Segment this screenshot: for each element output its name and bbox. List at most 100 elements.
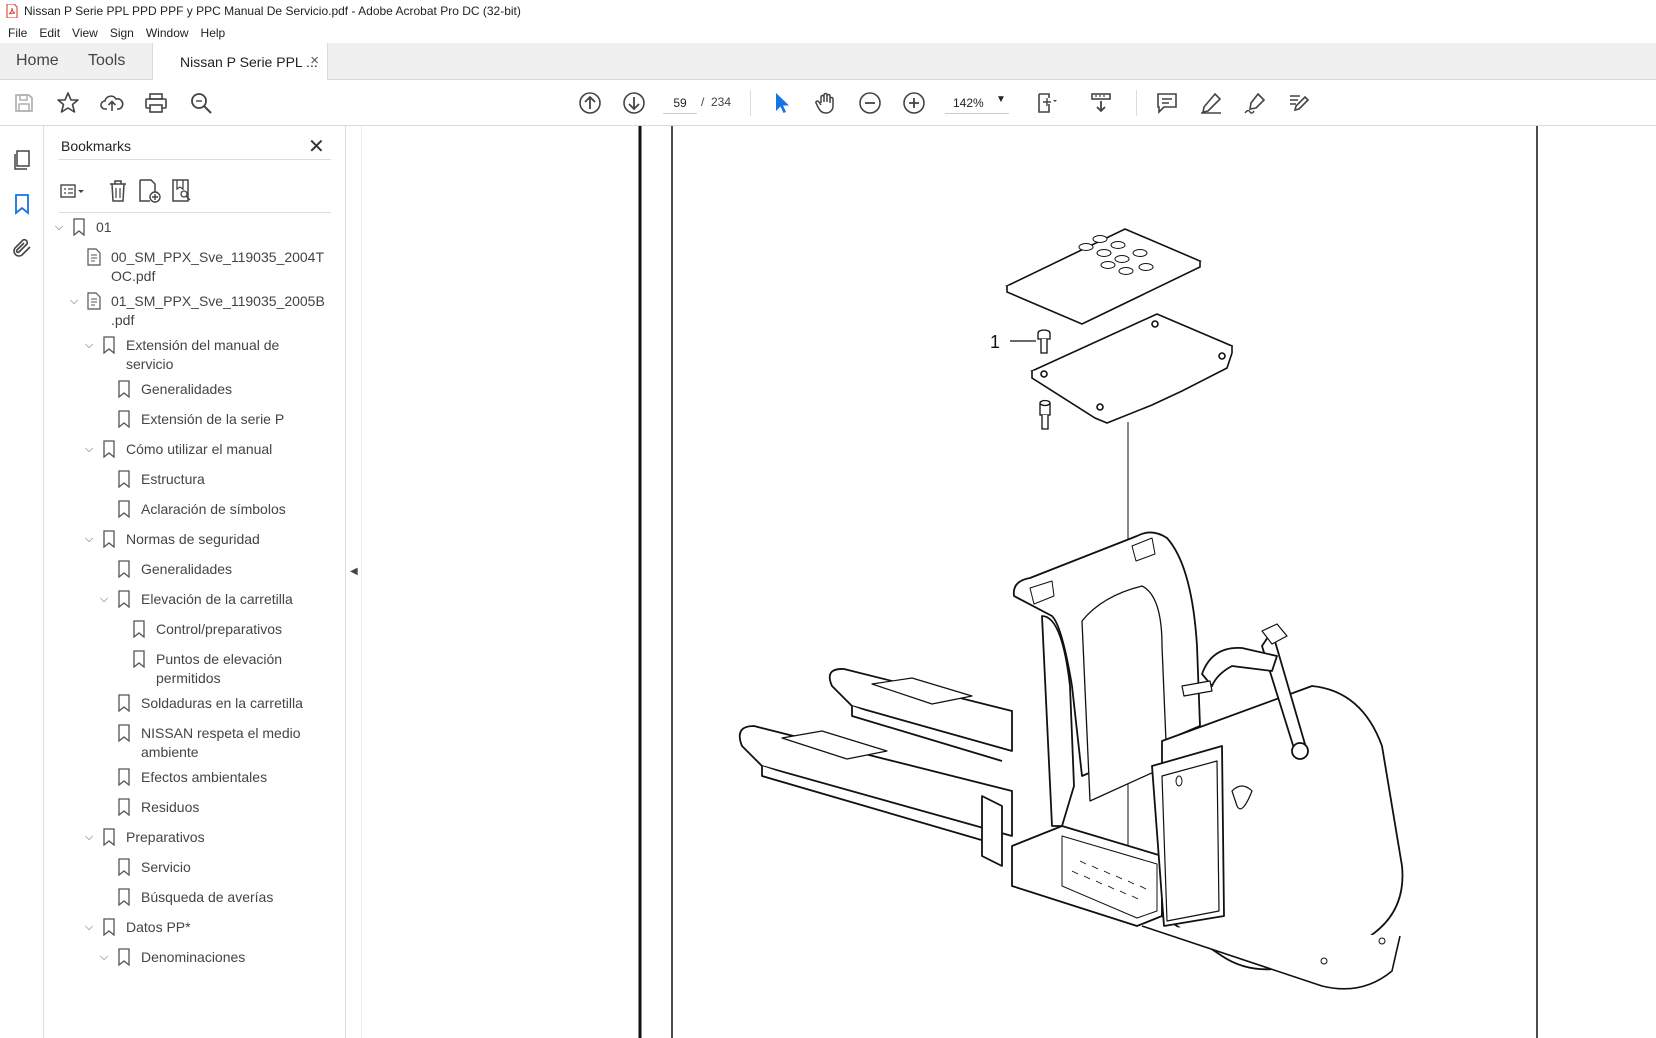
zoom-search-icon[interactable] <box>188 90 214 116</box>
bookmark-item[interactable]: ⌵ Extensión del manual de servicio <box>82 336 279 374</box>
total-pages: 234 <box>711 95 732 109</box>
tab-tools[interactable]: Tools <box>88 52 125 70</box>
highlight-icon[interactable] <box>1198 90 1224 116</box>
tab-bar: Home Tools Nissan P Serie PPL ... × <box>0 43 1656 80</box>
bookmark-label: Denominaciones <box>141 949 246 965</box>
bookmark-icon <box>118 948 130 966</box>
page-fit-icon[interactable] <box>1033 90 1059 116</box>
sign-icon[interactable] <box>1242 90 1268 116</box>
delete-icon[interactable] <box>105 178 131 204</box>
bookmark-item[interactable]: ⌵ Normas de seguridad <box>82 530 260 549</box>
scroll-mode-icon[interactable] <box>1088 90 1114 116</box>
chevron-down-icon[interactable]: ⌵ <box>82 918 96 937</box>
bookmark-item[interactable]: Efectos ambientales <box>97 768 267 787</box>
bookmark-icon <box>118 560 130 578</box>
bookmark-item[interactable]: Puntos de elevación permitidos <box>112 650 282 688</box>
star-icon[interactable] <box>55 90 81 116</box>
chevron-down-icon[interactable]: ⌵ <box>97 590 111 609</box>
menu-sign[interactable]: Sign <box>110 26 134 40</box>
next-page-icon[interactable] <box>621 90 647 116</box>
main-toolbar: 59 / 234 142% ▼ <box>0 80 1656 126</box>
current-page-input[interactable]: 59 <box>663 92 697 114</box>
bookmark-item[interactable]: Servicio <box>97 858 191 877</box>
toolbar-divider <box>750 90 751 116</box>
menu-view[interactable]: View <box>72 26 98 40</box>
base-plate-drawing <box>1030 313 1233 424</box>
menu-file[interactable]: File <box>8 26 27 40</box>
chevron-down-icon[interactable]: ⌵ <box>67 292 81 311</box>
bookmark-icon <box>118 500 130 518</box>
chevron-down-icon[interactable]: ⌵ <box>52 218 66 237</box>
bookmark-item[interactable]: Generalidades <box>97 560 232 579</box>
bookmark-item[interactable]: ⌵ Cómo utilizar el manual <box>82 440 272 459</box>
bookmark-options-icon[interactable] <box>59 178 85 204</box>
tab-close-icon[interactable]: × <box>310 52 319 69</box>
acrobat-logo-icon <box>6 4 18 18</box>
bookmark-icon <box>118 858 130 876</box>
bookmark-icon <box>118 590 130 608</box>
bookmark-label: Búsqueda de averías <box>141 889 274 905</box>
bookmark-icon <box>118 380 130 398</box>
menu-edit[interactable]: Edit <box>39 26 60 40</box>
hand-icon[interactable] <box>813 90 839 116</box>
pdf-page-drawing: 1 <box>638 126 1538 1038</box>
edit-icon[interactable] <box>1286 90 1312 116</box>
save-icon[interactable] <box>11 90 37 116</box>
callout-number: 1 <box>990 332 1000 352</box>
bookmark-item[interactable]: Soldaduras en la carretilla <box>97 694 303 713</box>
upload-icon[interactable] <box>99 90 125 116</box>
bookmark-item[interactable]: Generalidades <box>97 380 232 399</box>
bookmark-tree: ⌵ 01 00_SM_PPX_Sve_119035_2004T OC.pdf ⌵ 01_… <box>44 218 326 1038</box>
panel-title: Bookmarks <box>61 138 132 154</box>
new-bookmark-icon[interactable] <box>136 178 162 204</box>
chevron-down-icon[interactable]: ▼ <box>996 94 1006 105</box>
attachment-icon[interactable] <box>10 236 34 260</box>
bookmark-file-item[interactable]: 00_SM_PPX_Sve_119035_2004T OC.pdf <box>67 248 324 286</box>
page-thumbnails-icon[interactable] <box>10 148 34 172</box>
tab-document-label: Nissan P Serie PPL ... <box>180 53 318 70</box>
chevron-down-icon[interactable]: ⌵ <box>82 530 96 549</box>
chevron-down-icon[interactable]: ⌵ <box>97 948 111 967</box>
zoom-out-icon[interactable] <box>857 90 883 116</box>
bookmark-item[interactable]: Estructura <box>97 470 205 489</box>
bookmark-item[interactable]: ⌵ Datos PP* <box>82 918 191 937</box>
bookmark-icon <box>103 440 115 458</box>
chevron-down-icon[interactable]: ⌵ <box>82 440 96 459</box>
bookmark-label: Soldaduras en la carretilla <box>141 695 303 711</box>
toolbar-divider <box>1136 90 1137 116</box>
bookmark-item[interactable]: Aclaración de símbolos <box>97 500 286 519</box>
chevron-down-icon[interactable]: ⌵ <box>82 336 96 355</box>
select-pointer-icon[interactable] <box>769 90 795 116</box>
bookmark-item[interactable]: ⌵ Elevación de la carretilla <box>97 590 293 609</box>
menu-window[interactable]: Window <box>146 26 189 40</box>
find-bookmark-icon[interactable] <box>169 178 195 204</box>
zoom-in-icon[interactable] <box>901 90 927 116</box>
bookmark-item[interactable]: Residuos <box>97 798 199 817</box>
document-view[interactable]: 1 <box>362 126 1656 1038</box>
divider <box>59 159 331 160</box>
comment-icon[interactable] <box>1154 90 1180 116</box>
bookmark-item[interactable]: ⌵ Preparativos <box>82 828 205 847</box>
menu-help[interactable]: Help <box>201 26 226 40</box>
tab-home[interactable]: Home <box>16 52 59 70</box>
bookmark-label: Residuos <box>141 799 200 815</box>
bookmark-item[interactable]: ⌵ Denominaciones <box>97 948 245 967</box>
tab-document[interactable]: Nissan P Serie PPL ... × <box>152 43 328 80</box>
bookmark-item[interactable]: Búsqueda de averías <box>97 888 273 907</box>
close-panel-icon[interactable]: ✕ <box>308 134 325 159</box>
bookmark-item[interactable]: Extensión de la serie P <box>97 410 284 429</box>
collapse-panel-handle[interactable]: ◀ <box>346 126 362 1038</box>
bookmark-icon <box>118 694 130 712</box>
chevron-down-icon[interactable]: ⌵ <box>82 828 96 847</box>
bookmark-icon <box>103 828 115 846</box>
bookmark-panel-icon[interactable] <box>10 192 34 216</box>
bookmark-file-item[interactable]: ⌵ 01_SM_PPX_Sve_119035_2005B .pdf <box>67 292 325 330</box>
bookmark-label: 00_SM_PPX_Sve_119035_2004T OC.pdf <box>111 249 325 284</box>
print-icon[interactable] <box>143 90 169 116</box>
bookmark-item[interactable]: Control/preparativos <box>112 620 282 639</box>
collapse-left-icon[interactable]: ◀ <box>350 566 358 577</box>
bookmark-item[interactable]: NISSAN respeta el medio ambiente <box>97 724 301 762</box>
bookmarks-panel: Bookmarks ✕ ⌵ 01 00_SM_PPX_Sve_119035_2004… <box>44 126 376 1038</box>
prev-page-icon[interactable] <box>577 90 603 116</box>
bookmark-item[interactable]: ⌵ 01 <box>52 218 112 237</box>
